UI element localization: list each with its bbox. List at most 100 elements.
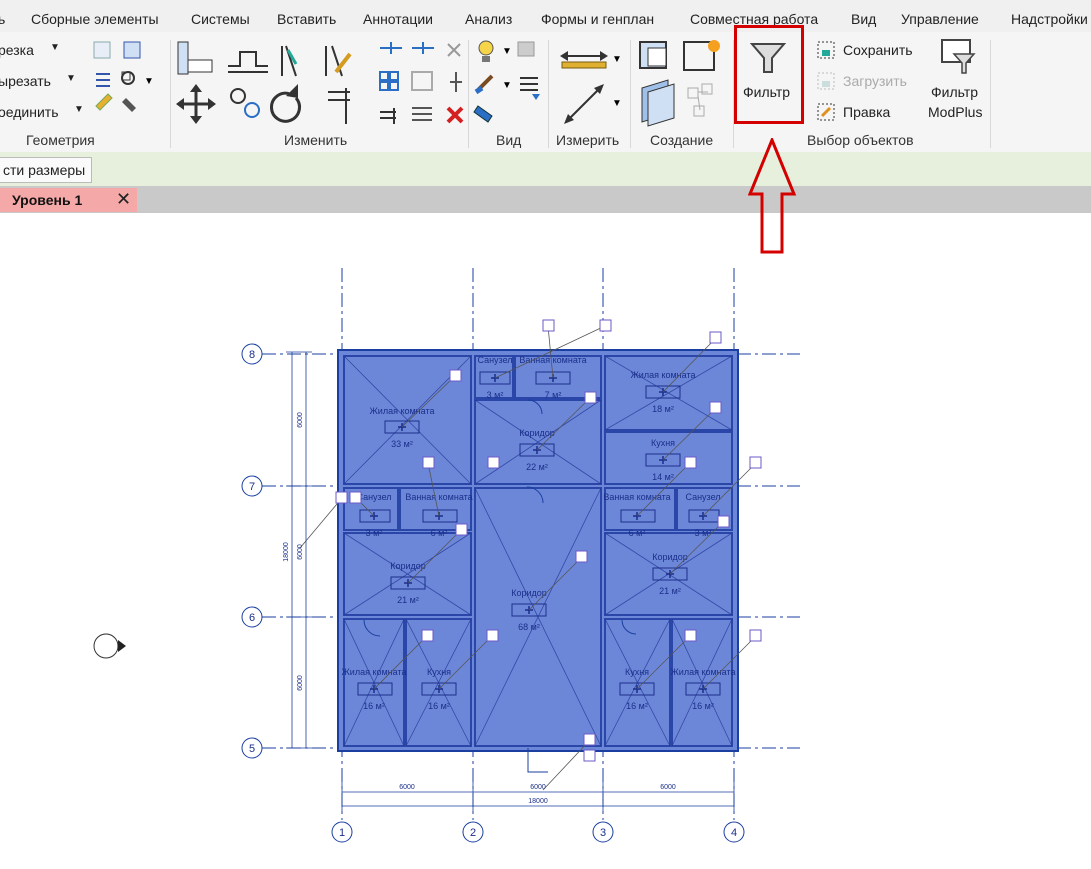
grid-bubble-label: 1: [339, 827, 345, 839]
cut-geometry-button[interactable]: резка: [0, 42, 34, 58]
panel-separator: [468, 40, 469, 148]
menu-item-analyze[interactable]: Анализ: [465, 11, 512, 27]
room-area: 16 м²: [692, 701, 714, 711]
room-name: Коридор: [652, 552, 688, 562]
svg-text:▼: ▼: [612, 98, 622, 109]
menu-item-insert[interactable]: Вставить: [277, 11, 336, 27]
menu-item-manage[interactable]: Управление: [901, 11, 979, 27]
uncut-dropdown-icon[interactable]: ▼: [66, 73, 76, 84]
join-dropdown-icon[interactable]: ▼: [74, 104, 84, 115]
view-tools-icon[interactable]: ▼ ▼: [470, 36, 548, 130]
room-name: Жилая комната: [369, 406, 434, 416]
room-name: Ванная комната: [519, 355, 586, 365]
room-area: 33 м²: [391, 439, 413, 449]
grid-bubble-label: 3: [600, 827, 606, 839]
filter-icon[interactable]: [750, 40, 786, 76]
room-name: Ванная комната: [603, 492, 670, 502]
room-area: 16 м²: [428, 701, 450, 711]
menu-item-precast[interactable]: Сборные элементы: [31, 11, 159, 27]
close-tab-icon[interactable]: ✕: [116, 189, 131, 210]
modify-tools-icon[interactable]: [172, 36, 468, 130]
document-tab-title: Уровень 1: [12, 192, 83, 208]
dimension-label-total: 18000: [528, 798, 548, 805]
room-area: 68 м²: [518, 622, 540, 632]
grid-bubble-label: 5: [249, 743, 255, 755]
room-area: 21 м²: [397, 595, 419, 605]
grid-bubble-label: 6: [249, 612, 255, 624]
grid-bubble-label: 2: [470, 827, 476, 839]
dimension-label: 6000: [297, 544, 304, 560]
menu-item-view[interactable]: Вид: [851, 11, 876, 27]
document-tab-bar: [0, 186, 1091, 213]
cut-dropdown-icon[interactable]: ▼: [50, 42, 60, 53]
room-area: 14 м²: [652, 472, 674, 482]
geometry-panel-label: Геометрия: [26, 132, 95, 148]
panel-separator: [990, 40, 991, 148]
room-area: 3 м²: [487, 390, 504, 400]
panel-separator: [548, 40, 549, 148]
edit-selection-button[interactable]: Правка: [843, 104, 890, 120]
modify-panel-label: Изменить: [284, 132, 348, 148]
room-name: Коридор: [511, 588, 547, 598]
room-name: Санузел: [477, 355, 512, 365]
room-area: 6 м²: [431, 528, 448, 538]
geometry-tools-icon[interactable]: ▼: [92, 40, 152, 130]
floor-plan-canvas[interactable]: Санузел 3 м² Ванная комната 7 м² Жилая к…: [0, 213, 1091, 869]
room-name: Кухня: [625, 667, 649, 677]
svg-text:▼: ▼: [612, 54, 622, 65]
room-area: 6 м²: [629, 528, 646, 538]
room-name: Жилая комната: [670, 667, 735, 677]
menu-item-annotate[interactable]: Аннотации: [363, 11, 433, 27]
modplus-filter-label-2[interactable]: ModPlus: [928, 104, 982, 120]
room-name: Санузел: [685, 492, 720, 502]
dimension-label: 6000: [399, 784, 415, 791]
room-area: 3 м²: [695, 528, 712, 538]
room-area: 16 м²: [363, 701, 385, 711]
options-bar: [0, 152, 1091, 186]
room-area: 16 м²: [626, 701, 648, 711]
room-name: Санузел: [356, 492, 391, 502]
load-selection-button[interactable]: Загрузить: [843, 73, 907, 89]
room-name: Жилая комната: [630, 370, 695, 380]
room-name: Коридор: [519, 428, 555, 438]
measure-panel-label: Измерить: [556, 132, 620, 148]
elevation-marker-icon[interactable]: [93, 633, 126, 659]
menu-item-addins[interactable]: Надстройки: [1011, 11, 1088, 27]
room-area: 22 м²: [526, 462, 548, 472]
join-geometry-button[interactable]: оединить: [0, 104, 59, 120]
modplus-filter-label-1[interactable]: Фильтр: [931, 84, 978, 100]
grid-bubble-label: 7: [249, 481, 255, 493]
menu-item-massing-site[interactable]: Формы и генплан: [541, 11, 654, 27]
save-selection-button[interactable]: Сохранить: [843, 42, 913, 58]
dimension-label-total: 18000: [283, 542, 290, 562]
modplus-filter-icon[interactable]: [940, 38, 976, 78]
menu-item-systems[interactable]: Системы: [191, 11, 250, 27]
dimension-label: 6000: [660, 784, 676, 791]
room-area: 7 м²: [545, 390, 562, 400]
menu-item-partial[interactable]: ь: [0, 11, 5, 27]
room-name: Кухня: [651, 438, 675, 448]
dimensions-button[interactable]: сти размеры: [0, 157, 93, 183]
panel-separator: [170, 40, 171, 148]
svg-text:▼: ▼: [502, 80, 512, 91]
grid-bubble-label: 4: [731, 827, 737, 839]
select-panel-label: Выбор объектов: [807, 132, 914, 148]
room-name: Ванная комната: [405, 492, 472, 502]
svg-text:▼: ▼: [502, 46, 512, 57]
create-panel-label: Создание: [650, 132, 714, 148]
dimension-label: 6000: [530, 784, 546, 791]
room-area: 18 м²: [652, 404, 674, 414]
filter-button[interactable]: Фильтр: [743, 84, 790, 100]
svg-text:▼: ▼: [144, 76, 152, 87]
dimension-label: 6000: [297, 412, 304, 428]
create-tools-icon[interactable]: [634, 36, 730, 130]
panel-separator: [630, 40, 631, 148]
room-name: Коридор: [390, 561, 426, 571]
measure-tools-icon[interactable]: ▼ ▼: [552, 36, 628, 130]
view-panel-label: Вид: [496, 132, 522, 148]
room-area: 21 м²: [659, 586, 681, 596]
uncut-geometry-button[interactable]: ырезать: [0, 73, 51, 89]
grid-bubble-label: 8: [249, 349, 255, 361]
selection-set-icons: [817, 41, 835, 121]
dimension-label: 6000: [297, 675, 304, 691]
